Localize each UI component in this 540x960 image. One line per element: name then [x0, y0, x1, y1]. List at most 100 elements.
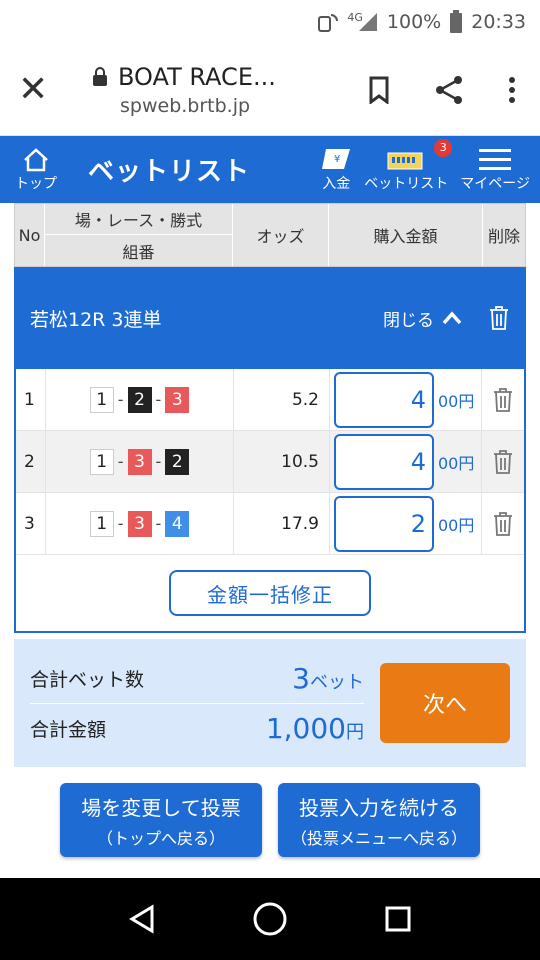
dash: -	[155, 390, 162, 409]
bookmark-icon[interactable]	[368, 76, 390, 104]
wifi-call-icon	[317, 11, 339, 33]
back-icon[interactable]	[128, 904, 156, 934]
delete-button[interactable]	[482, 493, 524, 554]
nav-betlist[interactable]: 3 ベットリスト	[358, 138, 454, 193]
continue-voting-sub: （投票メニューへ戻る）	[290, 828, 467, 848]
change-venue-button[interactable]: 場を変更して投票 （トップへ戻る）	[60, 783, 262, 857]
chevron-up-icon	[442, 311, 462, 325]
nav-betlist-label: ベットリスト	[364, 175, 449, 192]
recents-icon[interactable]	[384, 905, 412, 933]
amount-unit: 00円	[438, 515, 475, 535]
bet-count-unit: ベット	[310, 671, 364, 693]
race-header: 若松12R 3連単 閉じる	[14, 267, 526, 369]
bottom-actions: 場を変更して投票 （トップへ戻る） 投票入力を続ける （投票メニューへ戻る）	[0, 783, 540, 857]
svg-text:¥: ¥	[334, 154, 340, 165]
nav-mypage[interactable]: マイページ	[454, 147, 536, 193]
amount-input[interactable]: 4	[334, 433, 434, 490]
home-button[interactable]: トップ	[0, 147, 72, 193]
bet-rows: 1 1- 2- 3 5.2 4 00円 2 1- 3- 2 10.5 4 00円…	[14, 369, 526, 633]
amount-unit: 00円	[438, 391, 475, 411]
summary-panel: 合計ベット数 3ベット 合計金額 1,000円 次へ	[14, 639, 526, 767]
collapse-label: 閉じる	[383, 310, 434, 331]
url-area[interactable]: BOAT RACE... spweb.brtb.jp	[92, 63, 368, 117]
battery-percent: 100%	[386, 11, 442, 33]
bet-combo: 1- 2- 3	[46, 369, 234, 430]
dash: -	[117, 452, 124, 471]
betlist-icon	[387, 152, 423, 169]
bet-odds: 17.9	[234, 493, 330, 554]
bet-combo: 1- 3- 2	[46, 431, 234, 492]
app-header: トップ ベットリスト ¥ 入金 3 ベットリスト マイページ	[0, 136, 540, 203]
next-button[interactable]: 次へ	[380, 663, 510, 743]
nav-deposit-label: 入金	[322, 175, 351, 192]
col-no: No	[15, 204, 45, 266]
trash-icon	[494, 449, 512, 474]
boat-number: 1	[89, 510, 114, 537]
boat-number: 4	[165, 510, 190, 537]
col-race-bottom: 組番	[122, 242, 155, 262]
trash-icon	[494, 387, 512, 412]
trash-icon[interactable]	[488, 305, 510, 331]
change-venue-sub: （トップへ戻る）	[96, 828, 225, 848]
browser-toolbar: ✕ BOAT RACE... spweb.brtb.jp	[0, 44, 540, 136]
bet-no: 3	[16, 493, 46, 554]
col-odds: オッズ	[233, 204, 329, 266]
betlist-badge: 3	[434, 138, 453, 157]
bet-no: 2	[16, 431, 46, 492]
bet-no: 1	[16, 369, 46, 430]
continue-voting-button[interactable]: 投票入力を続ける （投票メニューへ戻る）	[278, 783, 480, 857]
col-amount: 購入金額	[329, 204, 483, 266]
nav-mypage-label: マイページ	[460, 175, 530, 192]
dash: -	[155, 452, 162, 471]
boat-number: 2	[127, 386, 152, 413]
nav-deposit[interactable]: ¥ 入金	[314, 147, 358, 193]
status-bar: 4G 100% 20:33	[0, 0, 540, 44]
dash: -	[155, 514, 162, 533]
home-icon	[24, 147, 48, 171]
total-unit: 円	[346, 722, 364, 743]
col-delete: 削除	[487, 227, 520, 246]
col-race: 場・レース・勝式 組番	[45, 204, 233, 266]
col-race-top: 場・レース・勝式	[45, 204, 232, 236]
lock-icon	[93, 66, 107, 86]
bet-count-line: 合計ベット数 3ベット	[30, 653, 364, 703]
boat-number: 3	[127, 448, 152, 475]
close-icon[interactable]: ✕	[18, 71, 68, 108]
boat-number: 2	[165, 448, 190, 475]
header-title: ベットリスト	[88, 157, 251, 187]
battery-icon	[449, 10, 463, 34]
more-icon[interactable]	[508, 76, 516, 104]
amount-input[interactable]: 4	[334, 371, 434, 428]
bet-list: No 場・レース・勝式 組番 オッズ 購入金額 削除 若松12R 3連単 閉じる…	[14, 203, 526, 767]
bet-odds: 5.2	[234, 369, 330, 430]
delete-button[interactable]	[482, 369, 524, 430]
bulk-edit-button[interactable]: 金額一括修正	[169, 570, 371, 616]
delete-button[interactable]	[482, 431, 524, 492]
change-venue-label: 場を変更して投票	[81, 795, 241, 820]
deposit-icon: ¥	[322, 148, 351, 169]
amount-input[interactable]: 2	[334, 495, 434, 552]
bet-count-label: 合計ベット数	[30, 668, 145, 691]
home-label: トップ	[15, 175, 57, 192]
amount-unit: 00円	[438, 453, 475, 473]
collapse-button[interactable]: 閉じる	[383, 306, 462, 331]
system-nav-bar	[0, 878, 540, 960]
continue-voting-label: 投票入力を続ける	[299, 795, 459, 820]
boat-number: 3	[127, 510, 152, 537]
total-line: 合計金額 1,000円	[30, 703, 364, 753]
page-url: spweb.brtb.jp	[120, 94, 251, 117]
home-circle-icon[interactable]	[252, 901, 288, 937]
total-value: 1,000	[265, 712, 346, 745]
bet-count-value: 3	[292, 661, 310, 695]
signal-icon: 4G	[347, 11, 379, 33]
table-row: 2 1- 3- 2 10.5 4 00円	[16, 431, 524, 493]
dash: -	[117, 514, 124, 533]
boat-number: 1	[89, 386, 114, 413]
hamburger-menu-icon	[479, 148, 512, 170]
dash: -	[117, 390, 124, 409]
boat-number: 1	[89, 448, 114, 475]
boat-number: 3	[165, 386, 190, 413]
bet-odds: 10.5	[234, 431, 330, 492]
share-icon[interactable]	[434, 75, 464, 105]
total-label: 合計金額	[30, 719, 107, 741]
